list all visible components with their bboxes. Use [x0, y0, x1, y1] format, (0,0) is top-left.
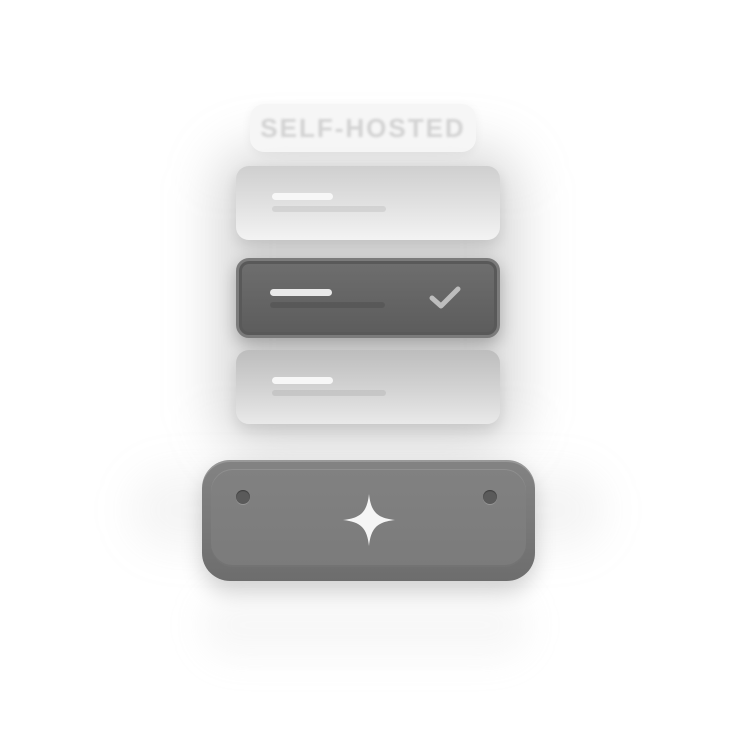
option-title-placeholder	[272, 377, 333, 384]
option-subtitle-placeholder	[272, 206, 386, 212]
option-title-placeholder	[272, 193, 333, 200]
option-card-1[interactable]	[236, 166, 500, 240]
option-subtitle-placeholder	[272, 390, 386, 396]
badge-label: SELF-HOSTED	[260, 112, 466, 143]
self-hosted-badge: SELF-HOSTED	[250, 104, 476, 152]
illustration: SELF-HOSTED	[0, 0, 736, 736]
option-title-placeholder	[270, 289, 332, 296]
screw-left	[236, 490, 250, 504]
bottom-haze	[200, 590, 530, 660]
sparkle-icon	[343, 494, 395, 546]
option-card-2-selected[interactable]	[236, 258, 500, 338]
option-card-3[interactable]	[236, 350, 500, 424]
option-subtitle-placeholder	[270, 302, 385, 308]
screw-right	[483, 490, 497, 504]
sparkle-action-button[interactable]	[202, 460, 535, 581]
check-icon	[429, 286, 461, 309]
